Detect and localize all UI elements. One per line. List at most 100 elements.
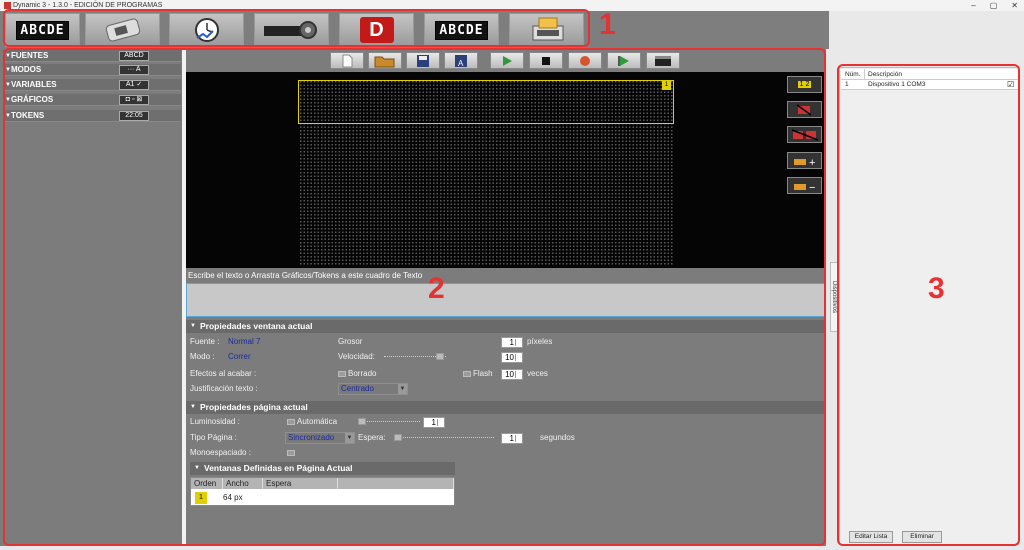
edit-list-button[interactable]: Editar Lista: [849, 531, 893, 543]
pages-icon: 1 2: [797, 81, 812, 88]
text-edit-button[interactable]: ABCDE: [424, 13, 499, 47]
window-properties-header[interactable]: ▼ Propiedades ventana actual: [186, 320, 826, 333]
open-button[interactable]: [368, 52, 402, 69]
preview-button[interactable]: [607, 52, 641, 69]
left-panel-item-label: FUENTES: [11, 51, 49, 60]
wait-slider-thumb[interactable]: [394, 434, 402, 441]
minimize-button[interactable]: –: [971, 0, 975, 11]
justification-label: Justificación texto :: [190, 384, 258, 393]
device-num: 1: [845, 81, 849, 88]
speed-slider[interactable]: [384, 353, 446, 364]
text-input-area[interactable]: [186, 283, 826, 317]
settings-button[interactable]: [254, 13, 329, 47]
brightness-slider[interactable]: [358, 418, 420, 429]
brightness-label: Luminosidad :: [190, 417, 240, 426]
page-type-value: Sincronizado: [288, 433, 335, 442]
annotation-number-3: 3: [928, 272, 945, 305]
remove-window-icon: −: [793, 182, 815, 192]
wait-slider[interactable]: [394, 434, 494, 445]
mode-value-link[interactable]: Correr: [228, 351, 251, 363]
defined-windows-header[interactable]: ▼ Ventanas Definidas en Página Actual: [190, 462, 455, 475]
send-button[interactable]: [509, 13, 584, 47]
chevron-down-icon: ▼: [345, 433, 354, 443]
modes-icon: ··· A: [119, 65, 149, 75]
speed-slider-thumb[interactable]: [436, 353, 444, 360]
column-header-num[interactable]: Núm.: [841, 69, 865, 79]
drivers-button[interactable]: D: [339, 13, 414, 47]
left-panel-item-label: TOKENS: [11, 111, 45, 120]
pages-button[interactable]: 1 2: [787, 76, 822, 93]
table-row[interactable]: 1 64 px: [191, 491, 454, 505]
save-as-button[interactable]: A: [444, 52, 478, 69]
devices-panel: Núm. Descripción 1 Dispositivo 1 COM3 ☑: [839, 67, 1019, 545]
page-type-dropdown[interactable]: Sincronizado ▼: [285, 432, 355, 444]
d-letter-icon: D: [359, 17, 394, 43]
animation-button[interactable]: [646, 52, 680, 69]
selected-window-frame[interactable]: [298, 80, 674, 124]
fonts-editor-button[interactable]: ABCDE: [5, 13, 80, 47]
wait-label: Espera:: [358, 433, 386, 442]
variables-icon: A1 ✓: [119, 80, 149, 90]
column-header-orden[interactable]: Orden: [191, 478, 223, 489]
erase-label: Borrado: [348, 369, 377, 378]
left-panel-item-fuentes[interactable]: ▼ FUENTES ABCD: [3, 50, 181, 62]
justification-value: Centrado: [341, 384, 374, 393]
monospace-label: Monoespaciado :: [190, 448, 251, 457]
save-button[interactable]: [406, 52, 440, 69]
remove-window-button[interactable]: −: [787, 177, 822, 194]
device-icon: [105, 18, 140, 42]
clock-button[interactable]: [169, 13, 244, 47]
left-panel-item-graficos[interactable]: ▼ GRÁFICOS ◘ ▫ ⊠: [3, 94, 181, 106]
left-panel-item-label: MODOS: [11, 65, 42, 74]
play-icon: [503, 55, 512, 66]
section-title: Propiedades ventana actual: [200, 321, 313, 331]
stop-button[interactable]: [529, 52, 563, 69]
play-button[interactable]: [490, 52, 524, 69]
auto-brightness-checkbox[interactable]: [287, 419, 295, 425]
table-row[interactable]: 1 Dispositivo 1 COM3 ☑: [841, 80, 1019, 90]
maximize-button[interactable]: ▢: [990, 0, 998, 11]
windows-table: Orden Ancho Espera 1 64 px: [190, 477, 455, 506]
window-title: Dynamic 3 - 1.3.0 - EDICIÓN DE PROGRAMAS: [13, 2, 163, 9]
brightness-stepper[interactable]: 1: [423, 417, 445, 428]
row-width: 64 px: [223, 493, 243, 502]
close-button[interactable]: ✕: [1011, 0, 1018, 11]
left-panel-item-variables[interactable]: ▼ VARIABLES A1 ✓: [3, 79, 181, 91]
new-button[interactable]: [330, 52, 364, 69]
title-bar: Dynamic 3 - 1.3.0 - EDICIÓN DE PROGRAMAS: [0, 0, 1024, 11]
thickness-label: Grosor: [338, 337, 363, 346]
monospace-checkbox[interactable]: [287, 450, 295, 456]
clear-button[interactable]: [568, 52, 602, 69]
left-panel-item-modos[interactable]: ▼ MODOS ··· A: [3, 64, 181, 76]
add-window-icon: +: [793, 157, 815, 167]
add-window-button[interactable]: +: [787, 152, 822, 169]
erase-checkbox[interactable]: [338, 371, 346, 377]
thickness-stepper[interactable]: 1: [501, 337, 523, 348]
justification-dropdown[interactable]: Centrado ▼: [338, 383, 408, 395]
flash-stepper[interactable]: 10: [501, 369, 523, 380]
device-checkbox[interactable]: ☑: [1007, 80, 1019, 89]
devices-side-tab[interactable]: Dispositivos: [830, 262, 839, 332]
left-panel-item-label: VARIABLES: [11, 80, 57, 89]
device-button[interactable]: [85, 13, 160, 47]
tokens-icon: 22:05: [119, 111, 149, 121]
delete-all-windows-button[interactable]: [787, 126, 822, 143]
column-header-empty: [338, 478, 454, 489]
pencil-lcd-icon: ABCDE: [435, 20, 488, 40]
flash-checkbox[interactable]: [463, 371, 471, 377]
left-panel-item-tokens[interactable]: ▼ TOKENS 22:05: [3, 110, 181, 122]
main-toolbar: ABCDE D ABCDE: [0, 11, 829, 49]
preview-icon: [618, 55, 629, 66]
brightness-slider-thumb[interactable]: [358, 418, 366, 425]
column-header-espera[interactable]: Espera: [263, 478, 338, 489]
column-header-desc[interactable]: Descripción: [865, 69, 1019, 79]
font-value-link[interactable]: Normal 7: [228, 336, 260, 348]
wait-stepper[interactable]: 1: [501, 433, 523, 444]
svg-text:+: +: [809, 157, 815, 167]
column-header-ancho[interactable]: Ancho: [223, 478, 263, 489]
page-properties-header[interactable]: ▼ Propiedades página actual: [186, 401, 826, 414]
delete-button[interactable]: Eliminar: [902, 531, 942, 543]
devices-table-header: Núm. Descripción: [841, 69, 1019, 80]
delete-window-button[interactable]: [787, 101, 822, 118]
speed-stepper[interactable]: 10: [501, 352, 523, 363]
